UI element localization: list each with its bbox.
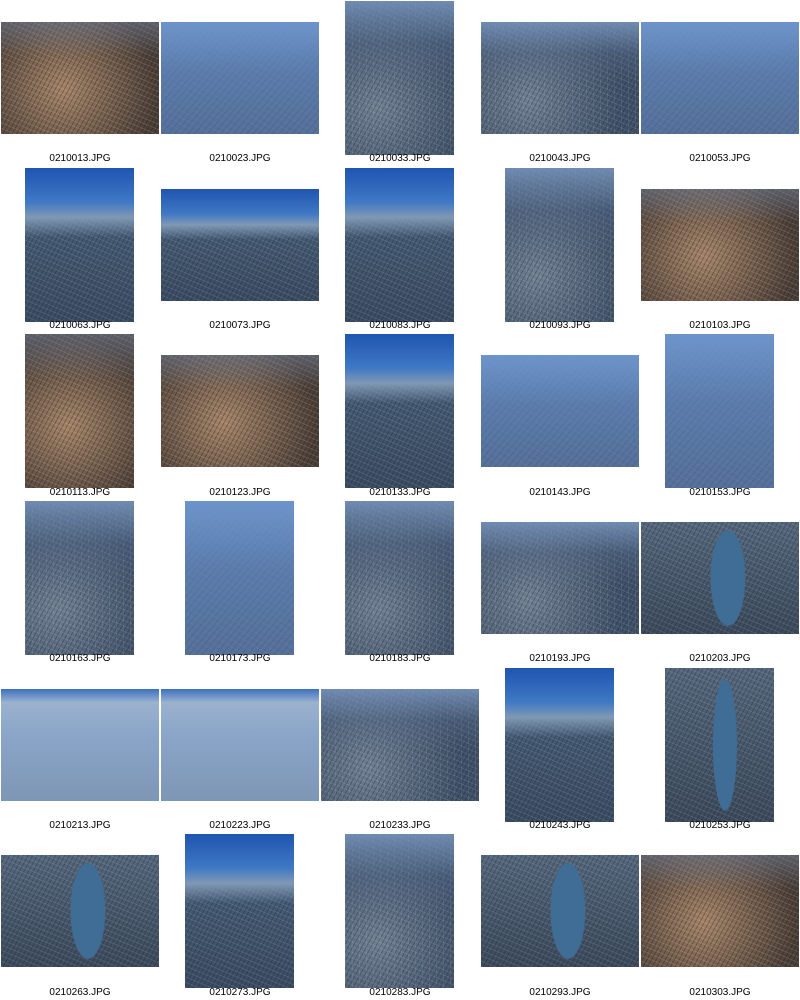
thumbnail-image[interactable] [505, 668, 614, 822]
thumbnail-image[interactable] [185, 501, 294, 655]
thumbnail-image[interactable] [505, 168, 614, 322]
thumbnail-image[interactable] [481, 522, 639, 634]
thumbnail-filename: 0210243.JPG [529, 820, 591, 831]
thumbnail-filename: 0210083.JPG [369, 320, 431, 331]
thumbnail-image[interactable] [161, 355, 319, 467]
thumbnail-filename: 0210303.JPG [689, 987, 751, 998]
thumbnail-image[interactable] [161, 689, 319, 801]
thumbnail-filename: 0210283.JPG [369, 987, 431, 998]
thumbnail-filename: 0210263.JPG [49, 987, 111, 998]
thumbnail-filename: 0210293.JPG [529, 987, 591, 998]
thumbnail-image[interactable] [665, 668, 774, 822]
thumbnail-filename: 0210273.JPG [209, 987, 271, 998]
thumbnail-image[interactable] [345, 834, 454, 988]
thumbnail-image[interactable] [641, 855, 799, 967]
thumbnail-image[interactable] [1, 689, 159, 801]
thumbnail-filename: 0210093.JPG [529, 320, 591, 331]
thumbnail-filename: 0210113.JPG [49, 487, 111, 498]
thumbnail-filename: 0210153.JPG [689, 487, 751, 498]
thumbnail-image[interactable] [481, 355, 639, 467]
thumbnail-image[interactable] [1, 22, 159, 134]
thumbnail-image[interactable] [481, 855, 639, 967]
thumbnail-filename: 0210133.JPG [369, 487, 431, 498]
thumbnail-filename: 0210173.JPG [209, 653, 271, 664]
thumbnail-filename: 0210043.JPG [529, 153, 591, 164]
thumbnail-image[interactable] [641, 189, 799, 301]
thumbnail-image[interactable] [1, 855, 159, 967]
thumbnail-image[interactable] [25, 334, 134, 488]
thumbnail-image[interactable] [641, 22, 799, 134]
thumbnail-image[interactable] [481, 22, 639, 134]
thumbnail-image[interactable] [345, 168, 454, 322]
thumbnail-filename: 0210073.JPG [209, 320, 271, 331]
contact-sheet-grid: 0210013.JPG 0210023.JPG 0210033.JPG 0210… [0, 0, 800, 1000]
thumbnail-filename: 0210193.JPG [529, 653, 591, 664]
thumbnail-image[interactable] [345, 501, 454, 655]
thumbnail-filename: 0210023.JPG [209, 153, 271, 164]
thumbnail-filename: 0210103.JPG [689, 320, 751, 331]
thumbnail-image[interactable] [641, 522, 799, 634]
thumbnail-image[interactable] [321, 689, 479, 801]
thumbnail-image[interactable] [161, 22, 319, 134]
thumbnail-image[interactable] [665, 334, 774, 488]
thumbnail-filename: 0210063.JPG [49, 320, 111, 331]
thumbnail-filename: 0210183.JPG [369, 653, 431, 664]
thumbnail-filename: 0210053.JPG [689, 153, 751, 164]
thumbnail-filename: 0210143.JPG [529, 487, 591, 498]
thumbnail-filename: 0210013.JPG [49, 153, 111, 164]
thumbnail-filename: 0210033.JPG [369, 153, 431, 164]
thumbnail-filename: 0210223.JPG [209, 820, 271, 831]
thumbnail-image[interactable] [25, 501, 134, 655]
thumbnail-filename: 0210233.JPG [369, 820, 431, 831]
thumbnail-filename: 0210253.JPG [689, 820, 751, 831]
thumbnail-filename: 0210123.JPG [209, 487, 271, 498]
thumbnail-filename: 0210163.JPG [49, 653, 111, 664]
thumbnail-image[interactable] [25, 168, 134, 322]
thumbnail-image[interactable] [345, 334, 454, 488]
thumbnail-filename: 0210203.JPG [689, 653, 751, 664]
thumbnail-image[interactable] [185, 834, 294, 988]
thumbnail-filename: 0210213.JPG [49, 820, 111, 831]
thumbnail-image[interactable] [345, 1, 454, 155]
thumbnail-image[interactable] [161, 189, 319, 301]
